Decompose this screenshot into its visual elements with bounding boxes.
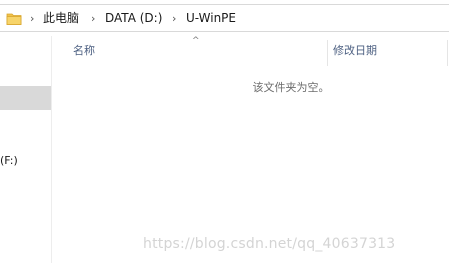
column-resize-handle[interactable] [327, 40, 328, 66]
empty-folder-message: 该文件夹为空。 [252, 81, 330, 94]
chevron-right-icon[interactable]: › [91, 11, 95, 27]
breadcrumb[interactable]: › 此电脑 › DATA (D:) › U-WinPE [0, 4, 449, 32]
column-header-date-modified[interactable]: 修改日期 [333, 42, 447, 64]
nav-item-selected[interactable] [0, 86, 51, 110]
column-resize-handle[interactable] [447, 40, 448, 66]
folder-icon [6, 13, 22, 25]
breadcrumb-u-winpe[interactable]: U-WinPE [186, 10, 236, 27]
column-header-name[interactable]: 名称 [73, 42, 327, 64]
breadcrumb-this-pc[interactable]: 此电脑 [43, 10, 79, 27]
watermark: https://blog.csdn.net/qq_40637313 [143, 236, 396, 252]
file-list[interactable]: ^ 名称 修改日期 该文件夹为空。 https://blog.csdn.net/… [53, 36, 449, 263]
breadcrumb-data-drive[interactable]: DATA (D:) [105, 10, 162, 27]
address-bar: › 此电脑 › DATA (D:) › U-WinPE [0, 0, 449, 36]
chevron-right-icon[interactable]: › [30, 11, 34, 27]
nav-item-drive-f[interactable]: (F:) [0, 153, 18, 169]
chevron-right-icon[interactable]: › [172, 11, 176, 27]
navigation-pane: (F:) [0, 36, 52, 263]
